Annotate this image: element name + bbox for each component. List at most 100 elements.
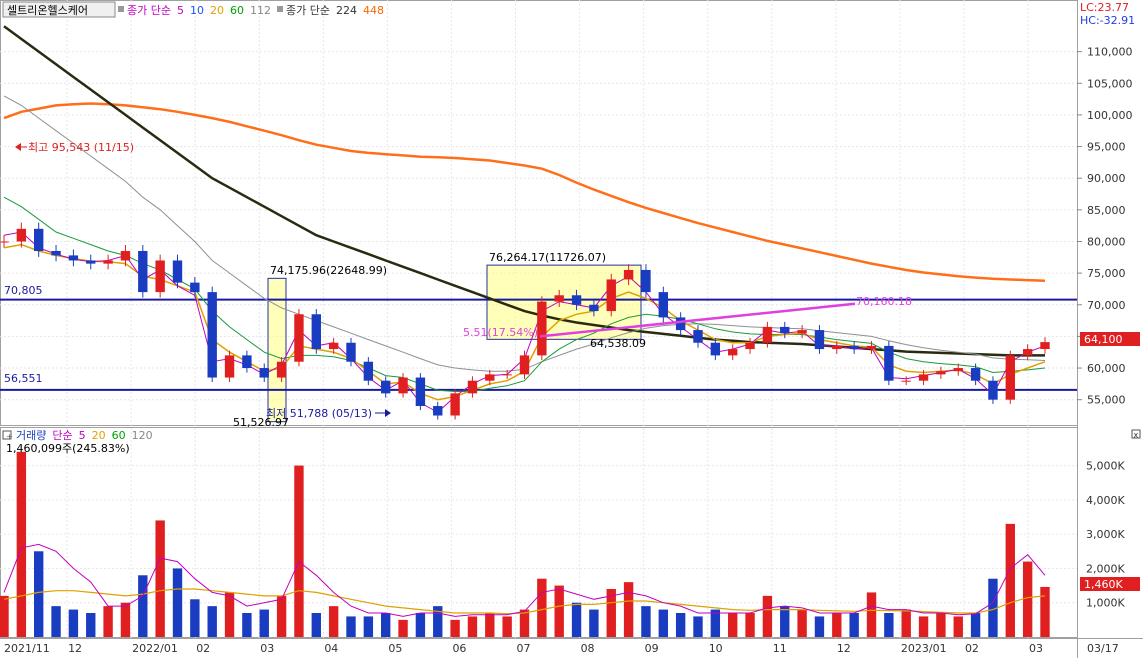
candle-body[interactable] [398,377,408,394]
candle-body[interactable] [68,255,79,261]
volume-bar[interactable] [86,613,96,637]
candle-body[interactable] [190,282,200,293]
volume-bar[interactable] [0,595,9,637]
candle-body[interactable] [953,368,963,372]
volume-bar[interactable] [693,616,703,637]
candle-body[interactable] [936,371,946,375]
candle-body[interactable] [34,228,44,251]
volume-bar[interactable] [814,616,825,637]
candle-body[interactable] [242,355,252,369]
candle-body[interactable] [86,260,96,264]
volume-bar[interactable] [259,609,269,637]
candle-body[interactable] [16,228,27,242]
candle-body[interactable] [641,269,651,293]
volume-bar[interactable] [970,613,981,637]
candle-body[interactable] [675,317,686,331]
candle-body[interactable] [762,326,773,343]
volume-bar[interactable] [207,606,217,637]
volume-bar[interactable] [311,613,321,637]
volume-bar[interactable] [953,616,963,637]
volume-bar[interactable] [918,616,929,637]
candle-body[interactable] [658,292,668,318]
candle-body[interactable] [433,406,443,416]
candle-body[interactable] [866,345,877,350]
candle-body[interactable] [693,330,703,343]
candle-body[interactable] [728,349,738,356]
candle-body[interactable] [1005,355,1015,400]
candle-body[interactable] [780,326,790,334]
volume-bar[interactable] [901,609,911,637]
volume-bar[interactable] [849,613,859,637]
volume-bar[interactable] [502,616,512,637]
volume-bar[interactable] [68,609,79,637]
volume-bar[interactable] [485,613,495,637]
candle-body[interactable] [988,380,998,400]
volume-bar[interactable] [294,465,304,637]
candle-body[interactable] [450,393,460,416]
volume-bar[interactable] [675,613,686,637]
candle-body[interactable] [571,295,582,305]
volume-bar[interactable] [346,616,356,637]
candle-body[interactable] [502,374,512,376]
candle-body[interactable] [207,292,217,378]
volume-bar[interactable] [936,613,946,637]
candle-body[interactable] [467,380,478,394]
volume-bar[interactable] [242,613,252,637]
candle-body[interactable] [276,361,287,378]
volume-bar[interactable] [172,568,183,637]
candle-body[interactable] [485,374,495,381]
candle-body[interactable] [346,342,356,362]
candle-body[interactable] [519,355,530,375]
volume-bar[interactable] [16,451,27,637]
candle-body[interactable] [1040,342,1050,350]
candle-body[interactable] [363,361,374,381]
volume-bar[interactable] [728,613,738,637]
volume-bar[interactable] [450,619,460,637]
volume-bar[interactable] [554,585,564,637]
candle-body[interactable] [0,241,9,243]
volume-bar[interactable] [710,609,721,637]
candle-body[interactable] [797,330,807,334]
volume-bar[interactable] [103,606,113,637]
candle-body[interactable] [415,377,426,407]
candle-body[interactable] [745,342,755,350]
volume-bar[interactable] [34,551,44,637]
volume-bar[interactable] [190,599,200,637]
volume-bar[interactable] [797,609,807,637]
volume-bar[interactable] [658,609,668,637]
candle-body[interactable] [849,345,859,350]
candle-body[interactable] [901,380,911,382]
candle-body[interactable] [103,260,113,264]
volume-bar[interactable] [363,616,374,637]
candle-body[interactable] [328,342,339,350]
volume-bar[interactable] [381,613,391,637]
stock-chart[interactable]: 110,000 105,000 100,000 95,000 90,000 85,000 8… [0,0,1143,658]
candle-body[interactable] [224,355,235,378]
candle-body[interactable] [623,269,634,280]
volume-bar[interactable] [138,575,148,637]
volume-bar[interactable] [780,606,790,637]
volume-bar[interactable] [866,592,877,637]
candle-body[interactable] [311,314,321,350]
candle-body[interactable] [294,314,304,362]
candle-body[interactable] [155,260,165,293]
candle-body[interactable] [589,304,599,312]
volume-bar[interactable] [1022,561,1033,637]
volume-bar[interactable] [1005,523,1015,637]
volume-bar[interactable] [51,606,61,637]
candle-body[interactable] [1022,349,1033,356]
volume-bar[interactable] [328,606,339,637]
volume-bar[interactable] [415,613,426,637]
candle-body[interactable] [381,380,391,394]
candle-body[interactable] [814,330,825,350]
volume-bar[interactable] [832,613,842,637]
volume-bar[interactable] [589,609,599,637]
volume-bar[interactable] [120,602,131,637]
volume-bar[interactable] [276,595,287,637]
candle-body[interactable] [51,250,61,256]
candle-body[interactable] [172,260,183,283]
candle-body[interactable] [710,342,721,356]
volume-bar[interactable] [1040,586,1050,637]
candle-body[interactable] [138,250,148,293]
candle-body[interactable] [606,279,616,312]
